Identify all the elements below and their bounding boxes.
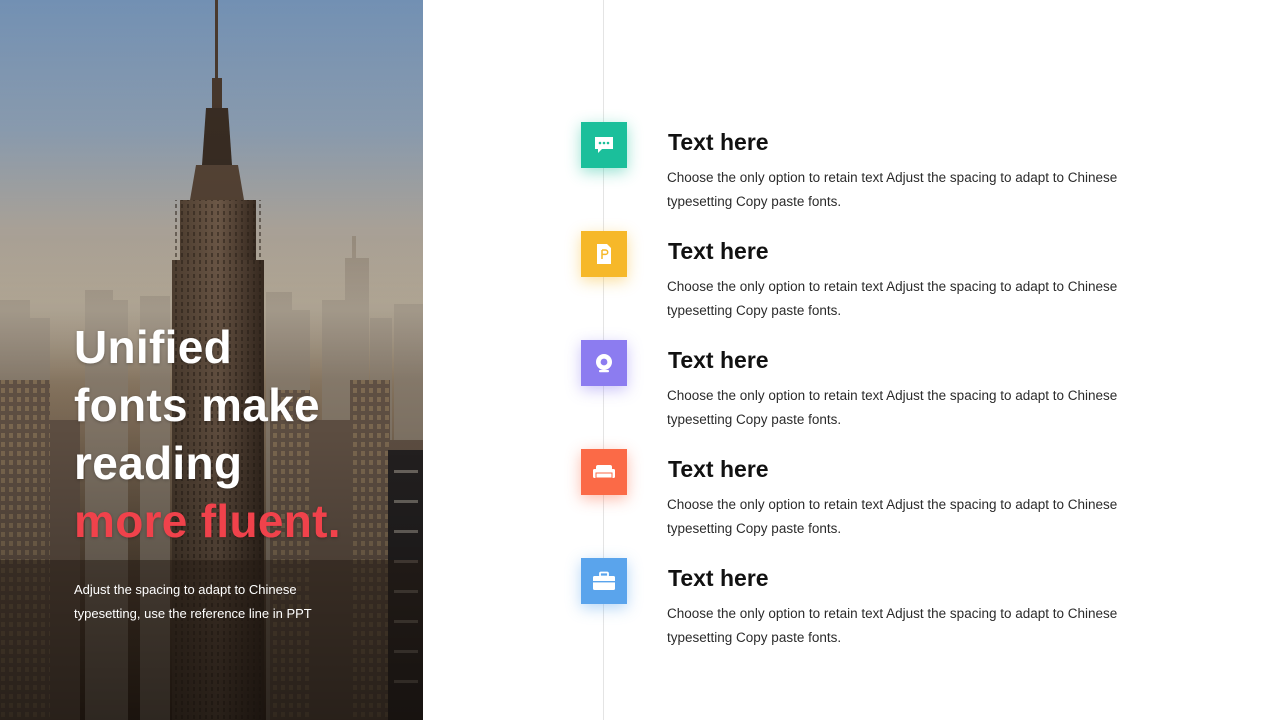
chat-bubble-icon <box>595 137 613 153</box>
timeline-item: Text here Choose the only option to reta… <box>581 558 1141 658</box>
timeline-item: Text here Choose the only option to reta… <box>581 122 1141 222</box>
hero-panel: Unified fonts make reading more fluent. … <box>0 0 423 720</box>
item-title: Text here <box>668 456 769 482</box>
timeline-item: Text here Choose the only option to reta… <box>581 449 1141 549</box>
hero-heading-line: fonts make <box>74 379 320 431</box>
hero-heading-accent: more fluent. <box>74 495 341 547</box>
item-title: Text here <box>668 347 769 373</box>
item-description: Choose the only option to retain text Ad… <box>667 606 1118 645</box>
hero-heading: Unified fonts make reading more fluent. <box>74 318 341 550</box>
slide: Unified fonts make reading more fluent. … <box>0 0 1280 720</box>
hero-heading-line: reading <box>74 437 243 489</box>
item-description: Choose the only option to retain text Ad… <box>667 497 1118 536</box>
icon-tile-yellow <box>581 231 627 277</box>
icon-tile-blue <box>581 558 627 604</box>
item-description: Choose the only option to retain text Ad… <box>667 170 1118 209</box>
document-icon <box>597 244 611 264</box>
hero-subtitle: Adjust the spacing to adapt to Chinese t… <box>74 582 312 621</box>
timeline-item: Text here Choose the only option to reta… <box>581 231 1141 331</box>
item-description: Choose the only option to retain text Ad… <box>667 279 1118 318</box>
icon-tile-teal <box>581 122 627 168</box>
briefcase-icon <box>593 571 615 590</box>
icon-tile-purple <box>581 340 627 386</box>
item-title: Text here <box>668 565 769 591</box>
webcam-icon <box>596 354 612 373</box>
icon-tile-orange <box>581 449 627 495</box>
hero-heading-line: Unified <box>74 321 232 373</box>
sofa-icon <box>593 465 615 479</box>
item-title: Text here <box>668 129 769 155</box>
timeline-item: Text here Choose the only option to reta… <box>581 340 1141 440</box>
item-title: Text here <box>668 238 769 264</box>
item-description: Choose the only option to retain text Ad… <box>667 388 1118 427</box>
